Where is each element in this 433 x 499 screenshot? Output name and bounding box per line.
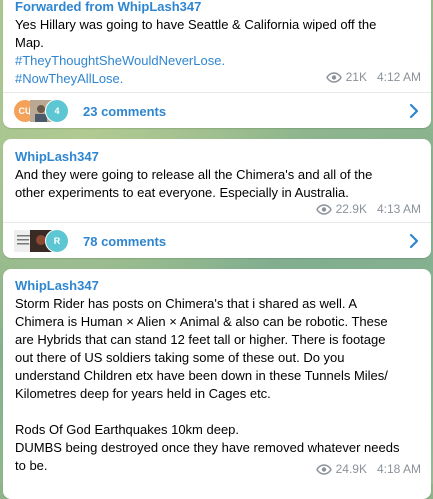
message-line: out there of US soldiers taking some of … bbox=[15, 350, 345, 365]
message-time: 4:12 AM bbox=[376, 70, 421, 84]
message-meta: 22.9K 4:13 AM bbox=[315, 202, 421, 216]
comments-count[interactable]: 78 comments bbox=[83, 234, 166, 249]
message-line: understand Children etx have been down i… bbox=[15, 368, 388, 383]
commenter-avatars: CU 4 bbox=[13, 99, 83, 123]
author-name[interactable]: WhipLash347 bbox=[15, 148, 419, 166]
avatar: 4 bbox=[45, 99, 69, 123]
message-line: Rods Of God Earthquakes 10km deep. bbox=[15, 422, 240, 437]
message-meta: 24.9K 4:18 AM bbox=[315, 462, 421, 476]
message-line: Storm Rider has posts on Chimera's that … bbox=[15, 296, 358, 311]
avatar: R bbox=[45, 229, 69, 253]
view-count: 24.9K bbox=[335, 462, 367, 476]
view-count: 22.9K bbox=[335, 202, 367, 216]
message-time: 4:13 AM bbox=[376, 202, 421, 216]
commenter-avatars: R bbox=[13, 229, 83, 253]
message-card: WhipLash347 And they were going to relea… bbox=[3, 139, 431, 258]
message-time: 4:18 AM bbox=[376, 462, 421, 476]
message-card: Forwarded from WhipLash347 Yes Hillary w… bbox=[3, 0, 431, 128]
message-line: And they were going to release all the C… bbox=[15, 167, 373, 182]
eye-icon bbox=[315, 463, 332, 475]
message-line: DUMBS being destroyed once they have rem… bbox=[15, 440, 400, 455]
chevron-right-icon[interactable] bbox=[409, 233, 419, 249]
message-meta: 21K 4:12 AM bbox=[325, 70, 421, 84]
view-count: 21K bbox=[345, 70, 367, 84]
message-card: WhipLash347 Storm Rider has posts on Chi… bbox=[3, 269, 431, 499]
eye-icon bbox=[315, 203, 332, 215]
message-line: Yes Hillary was going to have Seattle & … bbox=[15, 17, 377, 32]
message-line: Kilometres deep for years held in Cages … bbox=[15, 386, 271, 401]
comments-count[interactable]: 23 comments bbox=[83, 104, 166, 119]
message-line: Map. bbox=[15, 35, 44, 50]
author-name[interactable]: WhipLash347 bbox=[15, 277, 419, 295]
hashtag-link[interactable]: #TheyThoughtSheWouldNeverLose. bbox=[15, 52, 419, 70]
message-line: other experiments to eat everyone. Espec… bbox=[15, 185, 349, 200]
forwarded-header[interactable]: Forwarded from WhipLash347 bbox=[15, 0, 419, 16]
eye-icon bbox=[325, 71, 342, 83]
message-line: are Hybrids that can stand 12 feet tall … bbox=[15, 332, 386, 347]
message-line: Chimera is Human × Alien × Animal & also… bbox=[15, 314, 388, 329]
chevron-right-icon[interactable] bbox=[409, 103, 419, 119]
comments-bar[interactable]: CU 4 23 comments bbox=[3, 93, 431, 128]
comments-bar[interactable]: R 78 comments bbox=[3, 223, 431, 258]
